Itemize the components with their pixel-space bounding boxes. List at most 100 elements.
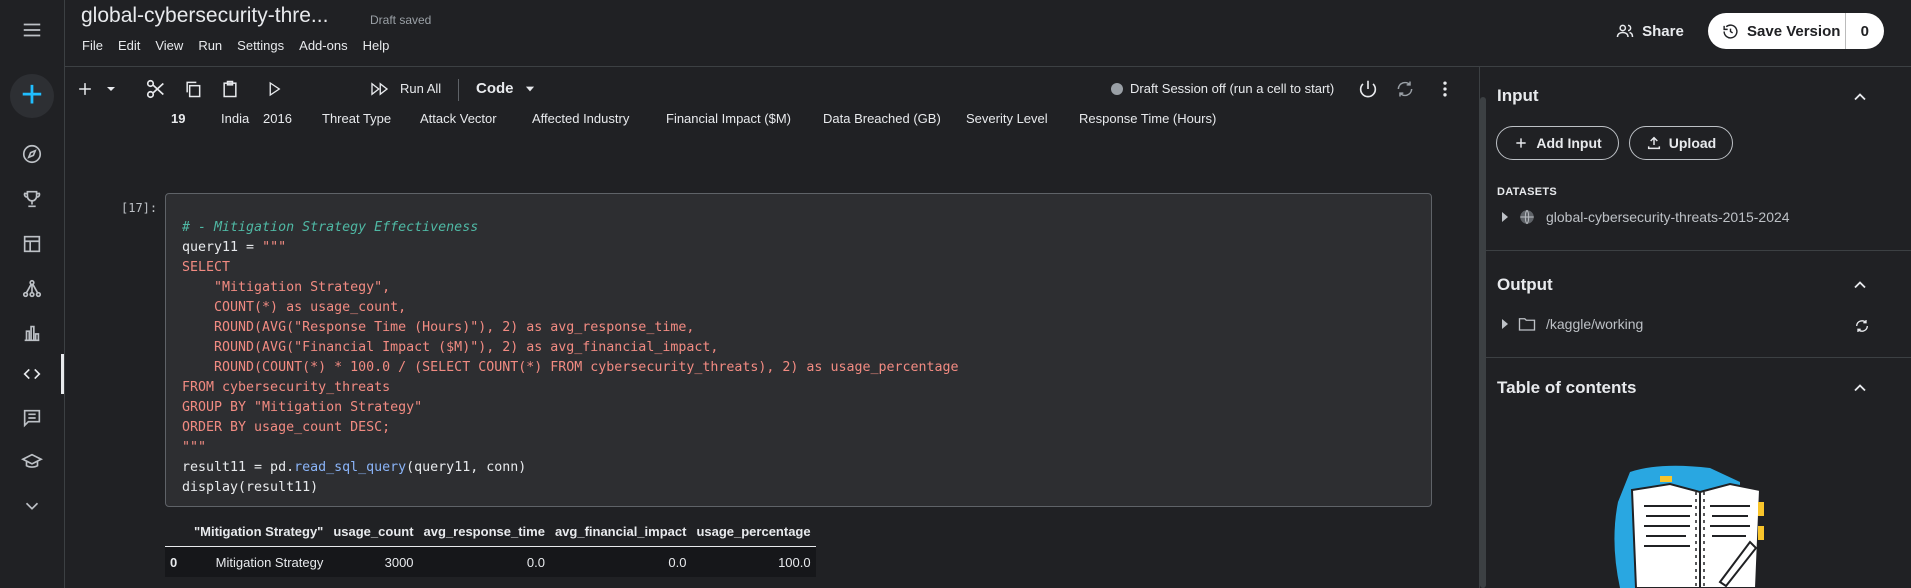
- cell-value: Financial Impact ($M): [666, 111, 791, 126]
- paste-clipboard-icon[interactable]: [220, 77, 240, 101]
- menu-edit[interactable]: Edit: [118, 38, 140, 53]
- cell-value: Threat Type: [322, 111, 392, 126]
- run-play-icon[interactable]: [265, 77, 283, 101]
- table-row: 0 Mitigation Strategy 3000 0.0 0.0 100.0: [165, 546, 816, 577]
- menu-settings[interactable]: Settings: [237, 38, 284, 53]
- panel-scrollbar[interactable]: [1480, 97, 1486, 588]
- sql-line: ORDER BY usage_count DESC;: [182, 420, 391, 435]
- discussions-comment-icon[interactable]: [0, 398, 64, 438]
- run-all-button[interactable]: Run All: [400, 81, 441, 96]
- code-result-suffix: (query11, conn): [406, 460, 527, 475]
- share-button[interactable]: Share: [1605, 13, 1695, 49]
- sql-line: SELECT: [182, 260, 231, 275]
- notebook-title[interactable]: global-cybersecurity-thre...: [81, 4, 328, 28]
- input-section-title[interactable]: Input: [1497, 86, 1539, 106]
- save-version-group: Save Version 0: [1708, 13, 1884, 49]
- cell-value: Affected Industry: [532, 111, 630, 126]
- plus-icon: +: [20, 73, 44, 116]
- save-version-label: Save Version: [1747, 22, 1841, 40]
- sql-line: FROM cybersecurity_threats: [182, 380, 391, 395]
- active-indicator: [61, 354, 64, 394]
- add-input-button[interactable]: Add Input: [1496, 126, 1619, 160]
- add-input-label: Add Input: [1536, 135, 1602, 151]
- datasets-heading: DATASETS: [1497, 186, 1558, 198]
- column-header: "Mitigation Strategy": [194, 523, 324, 539]
- competitions-trophy-icon[interactable]: [0, 179, 64, 219]
- sql-line: """: [182, 440, 207, 455]
- menu-view[interactable]: View: [155, 38, 183, 53]
- learn-graduation-cap-icon[interactable]: [0, 442, 64, 482]
- datasets-table-icon[interactable]: [0, 224, 64, 264]
- add-cell-dropdown-icon[interactable]: [103, 77, 119, 101]
- output-section-title[interactable]: Output: [1497, 275, 1553, 295]
- code-cell[interactable]: # - Mitigation Strategy Effectiveness qu…: [165, 193, 1432, 507]
- menu-bar: File Edit View Run Settings Add-ons Help: [82, 38, 389, 53]
- previous-output-row: 19 India 2016 Threat Type Attack Vector …: [65, 111, 1479, 131]
- collapse-input-chevron-up-icon[interactable]: [1850, 87, 1870, 107]
- table-cell: 0.0: [526, 554, 545, 570]
- output-folder-item[interactable]: /kaggle/working: [1502, 316, 1643, 332]
- explore-compass-icon[interactable]: [0, 134, 64, 174]
- table-cell: 3000: [384, 554, 414, 570]
- dataset-item[interactable]: global-cybersecurity-threats-2015-2024: [1502, 208, 1790, 226]
- output-dataframe: "Mitigation Strategy" usage_count avg_re…: [165, 516, 816, 577]
- table-cell: Mitigation Strategy: [215, 554, 324, 570]
- column-header: avg_financial_impact: [554, 523, 687, 539]
- cut-scissors-icon[interactable]: [145, 77, 167, 101]
- right-side-panel: Input Add Input Upload DATASETS global-c…: [1479, 67, 1911, 588]
- upload-label: Upload: [1668, 135, 1717, 151]
- cell-value: Attack Vector: [420, 111, 497, 126]
- cell-value: India: [221, 111, 250, 126]
- sql-line: "Mitigation Strategy",: [182, 280, 391, 295]
- cell-type-dropdown-icon[interactable]: [523, 77, 537, 101]
- sql-line: ROUND(AVG("Financial Impact ($M)"), 2) a…: [182, 340, 719, 355]
- more-vertical-icon[interactable]: [1435, 77, 1455, 101]
- row-index: 0: [170, 554, 178, 570]
- column-header: usage_percentage: [696, 523, 811, 539]
- section-divider: [1480, 357, 1911, 358]
- benchmarks-chart-icon[interactable]: [0, 313, 64, 353]
- row-index: 19: [171, 111, 186, 126]
- create-button[interactable]: +: [10, 74, 54, 118]
- refresh-output-icon[interactable]: [1854, 318, 1870, 339]
- collapse-output-chevron-up-icon[interactable]: [1850, 275, 1870, 295]
- expand-caret-icon[interactable]: [1502, 319, 1508, 329]
- draft-status: Draft saved: [370, 13, 432, 27]
- version-count-button[interactable]: 0: [1844, 13, 1884, 49]
- save-version-button[interactable]: Save Version: [1708, 23, 1845, 40]
- copy-icon[interactable]: [183, 77, 203, 101]
- code-comment: # - Mitigation Strategy Effectiveness: [182, 220, 479, 235]
- history-icon: [1723, 23, 1738, 39]
- output-path: /kaggle/working: [1546, 316, 1644, 332]
- cell-type-select[interactable]: Code: [476, 80, 514, 97]
- menu-add-ons[interactable]: Add-ons: [299, 38, 347, 53]
- session-status-dot: [1111, 83, 1123, 95]
- cell-value: Response Time (Hours): [1079, 111, 1217, 126]
- sql-line: ROUND(AVG("Response Time (Hours)"), 2) a…: [182, 320, 695, 335]
- restart-icon[interactable]: [1395, 77, 1415, 101]
- more-chevron-down-icon[interactable]: [0, 486, 64, 526]
- column-header: avg_response_time: [423, 523, 545, 539]
- expand-caret-icon[interactable]: [1502, 212, 1508, 222]
- table-cell: 0.0: [668, 554, 687, 570]
- menu-help[interactable]: Help: [363, 38, 390, 53]
- hamburger-menu-icon[interactable]: [0, 10, 64, 50]
- collapse-toc-chevron-up-icon[interactable]: [1850, 378, 1870, 398]
- sql-line: GROUP BY "Mitigation Strategy": [182, 400, 423, 415]
- run-all-icon[interactable]: [369, 77, 393, 101]
- menu-file[interactable]: File: [82, 38, 103, 53]
- table-cell: 100.0: [778, 554, 811, 570]
- notebook-toolbar: Run All Code Draft Session off (run a ce…: [65, 67, 1479, 111]
- menu-run[interactable]: Run: [198, 38, 222, 53]
- session-status-label: Draft Session off (run a cell to start): [1130, 81, 1335, 96]
- add-cell-plus-icon[interactable]: [75, 77, 95, 101]
- code-icon[interactable]: [0, 354, 64, 394]
- upload-button[interactable]: Upload: [1629, 126, 1733, 160]
- dataset-name: global-cybersecurity-threats-2015-2024: [1546, 209, 1790, 225]
- toc-section-title[interactable]: Table of contents: [1497, 378, 1636, 398]
- models-icon[interactable]: [0, 269, 64, 309]
- notebook-editor: 19 India 2016 Threat Type Attack Vector …: [65, 111, 1479, 588]
- power-icon[interactable]: [1357, 77, 1379, 101]
- notebook-header: global-cybersecurity-thre... Draft saved…: [65, 0, 1911, 67]
- code-editor[interactable]: # - Mitigation Strategy Effectiveness qu…: [182, 218, 959, 498]
